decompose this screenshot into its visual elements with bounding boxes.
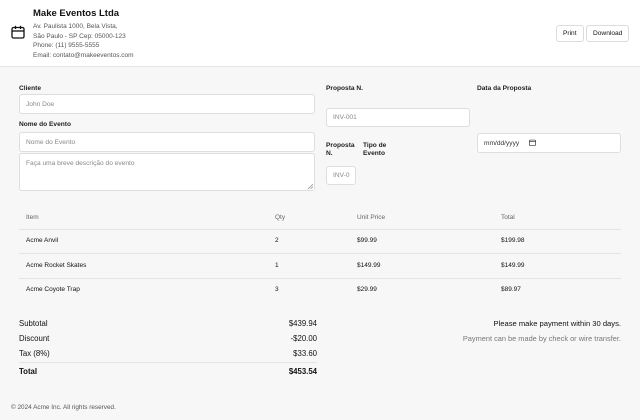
tax-label: Tax (8%)	[19, 349, 50, 358]
calendar-picker-icon[interactable]	[529, 139, 536, 146]
item-unit-price: $149.99	[357, 262, 381, 269]
item-total: $199.98	[501, 237, 525, 244]
subtotal-value: $439.94	[288, 319, 317, 328]
item-unit-price: $29.99	[357, 286, 377, 293]
phone-line: Phone: (11) 9555-5555	[33, 42, 100, 50]
discount-label: Discount	[19, 334, 50, 343]
description-placeholder: Faça uma breve descrição do evento	[26, 160, 135, 167]
item-total: $89.97	[501, 286, 521, 293]
discount-value: -$20.00	[290, 334, 317, 343]
calendar-icon	[11, 25, 25, 39]
email-line: Email: contato@makeeventos.com	[33, 51, 134, 59]
payment-terms-note: Please make payment within 30 days.	[493, 319, 621, 328]
proposal-number-label: Proposta N.	[326, 85, 364, 92]
date-value: mm/dd/yyyy	[484, 139, 520, 147]
event-name-input[interactable]: Nome do Evento	[19, 132, 315, 152]
tax-value: $33.60	[293, 349, 317, 358]
print-button[interactable]: Print	[556, 25, 584, 42]
event-name-label: Nome do Evento	[19, 121, 72, 128]
client-input[interactable]: John Doe	[19, 94, 315, 114]
divider	[19, 362, 317, 363]
subtotal-label: Subtotal	[19, 319, 48, 328]
client-label: Cliente	[19, 85, 41, 92]
company-name: Make Eventos Ltda	[33, 8, 120, 19]
item-total: $149.99	[501, 262, 525, 269]
address-line: São Paulo - SP Cep: 05000-123	[33, 32, 126, 40]
proposal-date-label: Data da Proposta	[477, 85, 532, 92]
item-unit-price: $99.99	[357, 237, 377, 244]
item-name: Acme Anvil	[26, 237, 59, 244]
column-header-qty: Qty	[275, 214, 286, 221]
divider	[19, 278, 621, 279]
resize-handle-icon[interactable]	[307, 183, 313, 189]
column-header-item: Item	[26, 214, 39, 221]
event-description-textarea[interactable]: Faça uma breve descrição do evento	[19, 153, 315, 191]
footer-copyright: © 2024 Acme Inc. All rights reserved.	[11, 404, 116, 411]
proposal-date-input[interactable]: mm/dd/yyyy	[477, 133, 621, 153]
proposal-number-small-input[interactable]: INV-0	[326, 166, 356, 185]
invoice-header: Make Eventos Ltda Av. Paulista 1000, Bel…	[0, 0, 640, 67]
total-label: Total	[19, 367, 38, 376]
address-line: Av. Paulista 1000, Bela Vista,	[33, 23, 118, 30]
column-header-unit-price: Unit Price	[357, 214, 386, 221]
total-value: $453.54	[288, 367, 317, 376]
download-button[interactable]: Download	[586, 25, 630, 42]
event-type-label: Tipo de Evento	[363, 142, 387, 157]
column-header-total: Total	[501, 214, 515, 221]
proposal-number-input[interactable]: INV-001	[326, 108, 470, 127]
item-qty: 1	[275, 262, 279, 269]
item-name: Acme Rocket Skates	[26, 262, 87, 269]
divider	[19, 253, 621, 254]
proposal-number-small-label: Proposta N.	[326, 142, 355, 157]
item-qty: 3	[275, 286, 279, 293]
item-qty: 2	[275, 237, 279, 244]
divider	[19, 229, 621, 230]
item-name: Acme Coyote Trap	[26, 286, 80, 293]
payment-method-note: Payment can be made by check or wire tra…	[462, 334, 621, 343]
